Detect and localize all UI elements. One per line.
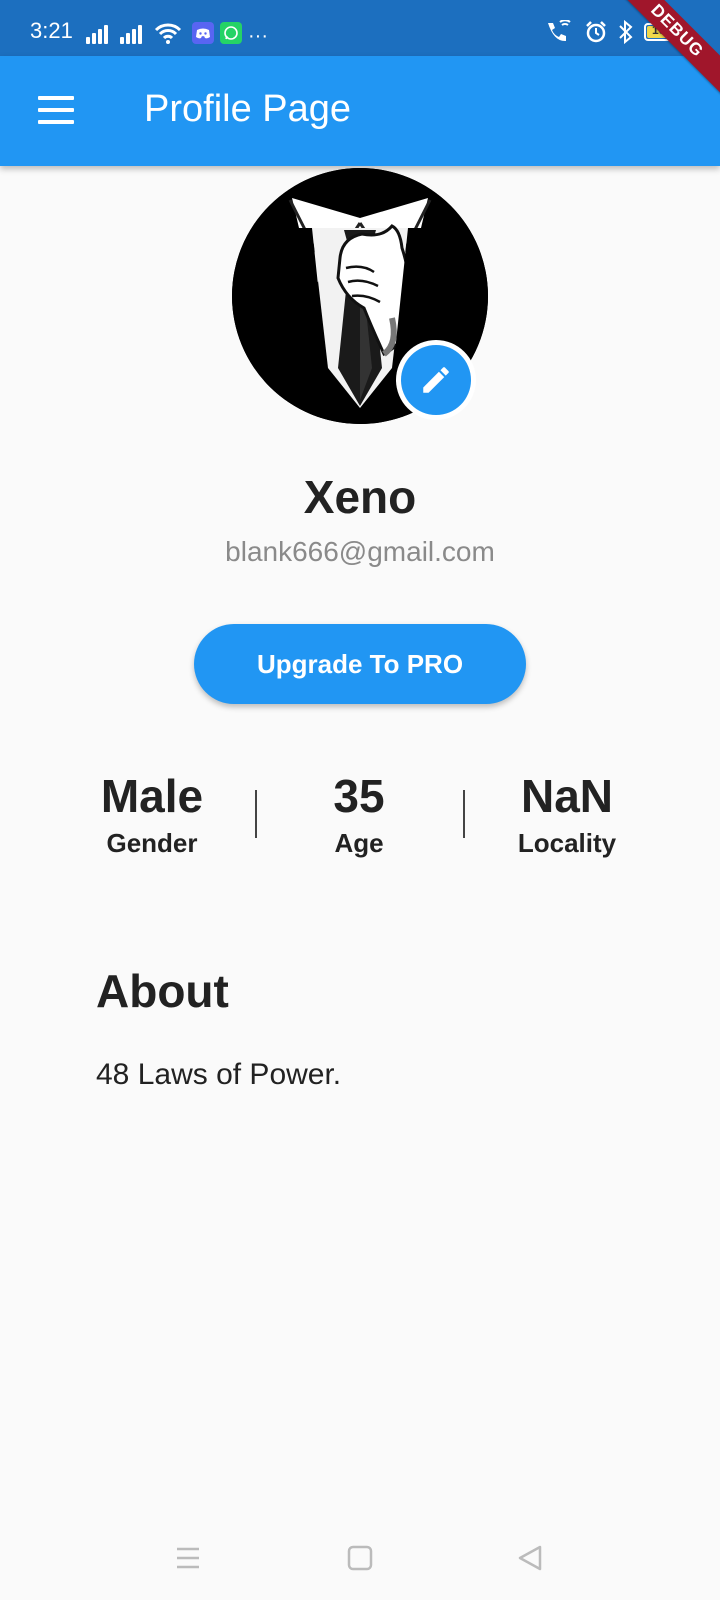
discord-icon <box>192 22 214 44</box>
about-text: 48 Laws of Power. <box>96 1058 342 1091</box>
menu-button[interactable] <box>38 96 74 124</box>
stat-value: 35 <box>333 770 385 822</box>
wifi-icon <box>154 23 182 44</box>
upgrade-button[interactable]: Upgrade To PRO <box>194 624 526 704</box>
menu-lines-icon[interactable] <box>174 1544 202 1572</box>
edit-button-circle <box>401 345 471 415</box>
back-triangle-icon[interactable] <box>516 1544 544 1572</box>
profile-email: blank666@gmail.com <box>225 536 495 567</box>
system-nav-bar <box>0 1530 720 1600</box>
stat-value: Male <box>100 770 204 822</box>
stat-age: 35 Age <box>269 768 449 859</box>
stat-locality: NaN Locality <box>477 768 657 859</box>
menu-icon-bar <box>38 108 74 112</box>
stat-label: Gender <box>106 828 198 858</box>
stat-value: NaN <box>520 770 614 822</box>
status-time: 3:21 <box>30 18 73 43</box>
pencil-icon <box>423 367 449 393</box>
whatsapp-icon <box>220 22 242 44</box>
alarm-icon <box>586 21 606 43</box>
bluetooth-icon <box>619 20 633 44</box>
more-icon: ··· <box>248 25 268 47</box>
stat-label: Locality <box>517 828 617 858</box>
menu-icon-bar <box>38 120 74 124</box>
stat-divider <box>463 790 465 838</box>
status-left-icons: ··· <box>86 18 268 47</box>
stat-divider <box>255 790 257 838</box>
app-bar: Profile Page <box>0 56 720 166</box>
signal-icon <box>86 22 108 44</box>
stat-gender: Male Gender <box>62 768 242 859</box>
home-square-icon[interactable] <box>346 1544 374 1572</box>
stat-label: Age <box>334 828 384 858</box>
menu-icon <box>38 96 74 100</box>
edit-avatar-button[interactable] <box>396 340 476 420</box>
signal-icon <box>120 22 142 44</box>
about-title: About <box>96 965 229 1017</box>
status-bar: 3:21 ··· <box>0 0 720 56</box>
page-title: Profile Page <box>144 88 352 130</box>
wifi-call-icon <box>548 20 571 42</box>
profile-name: Xeno <box>303 471 417 523</box>
